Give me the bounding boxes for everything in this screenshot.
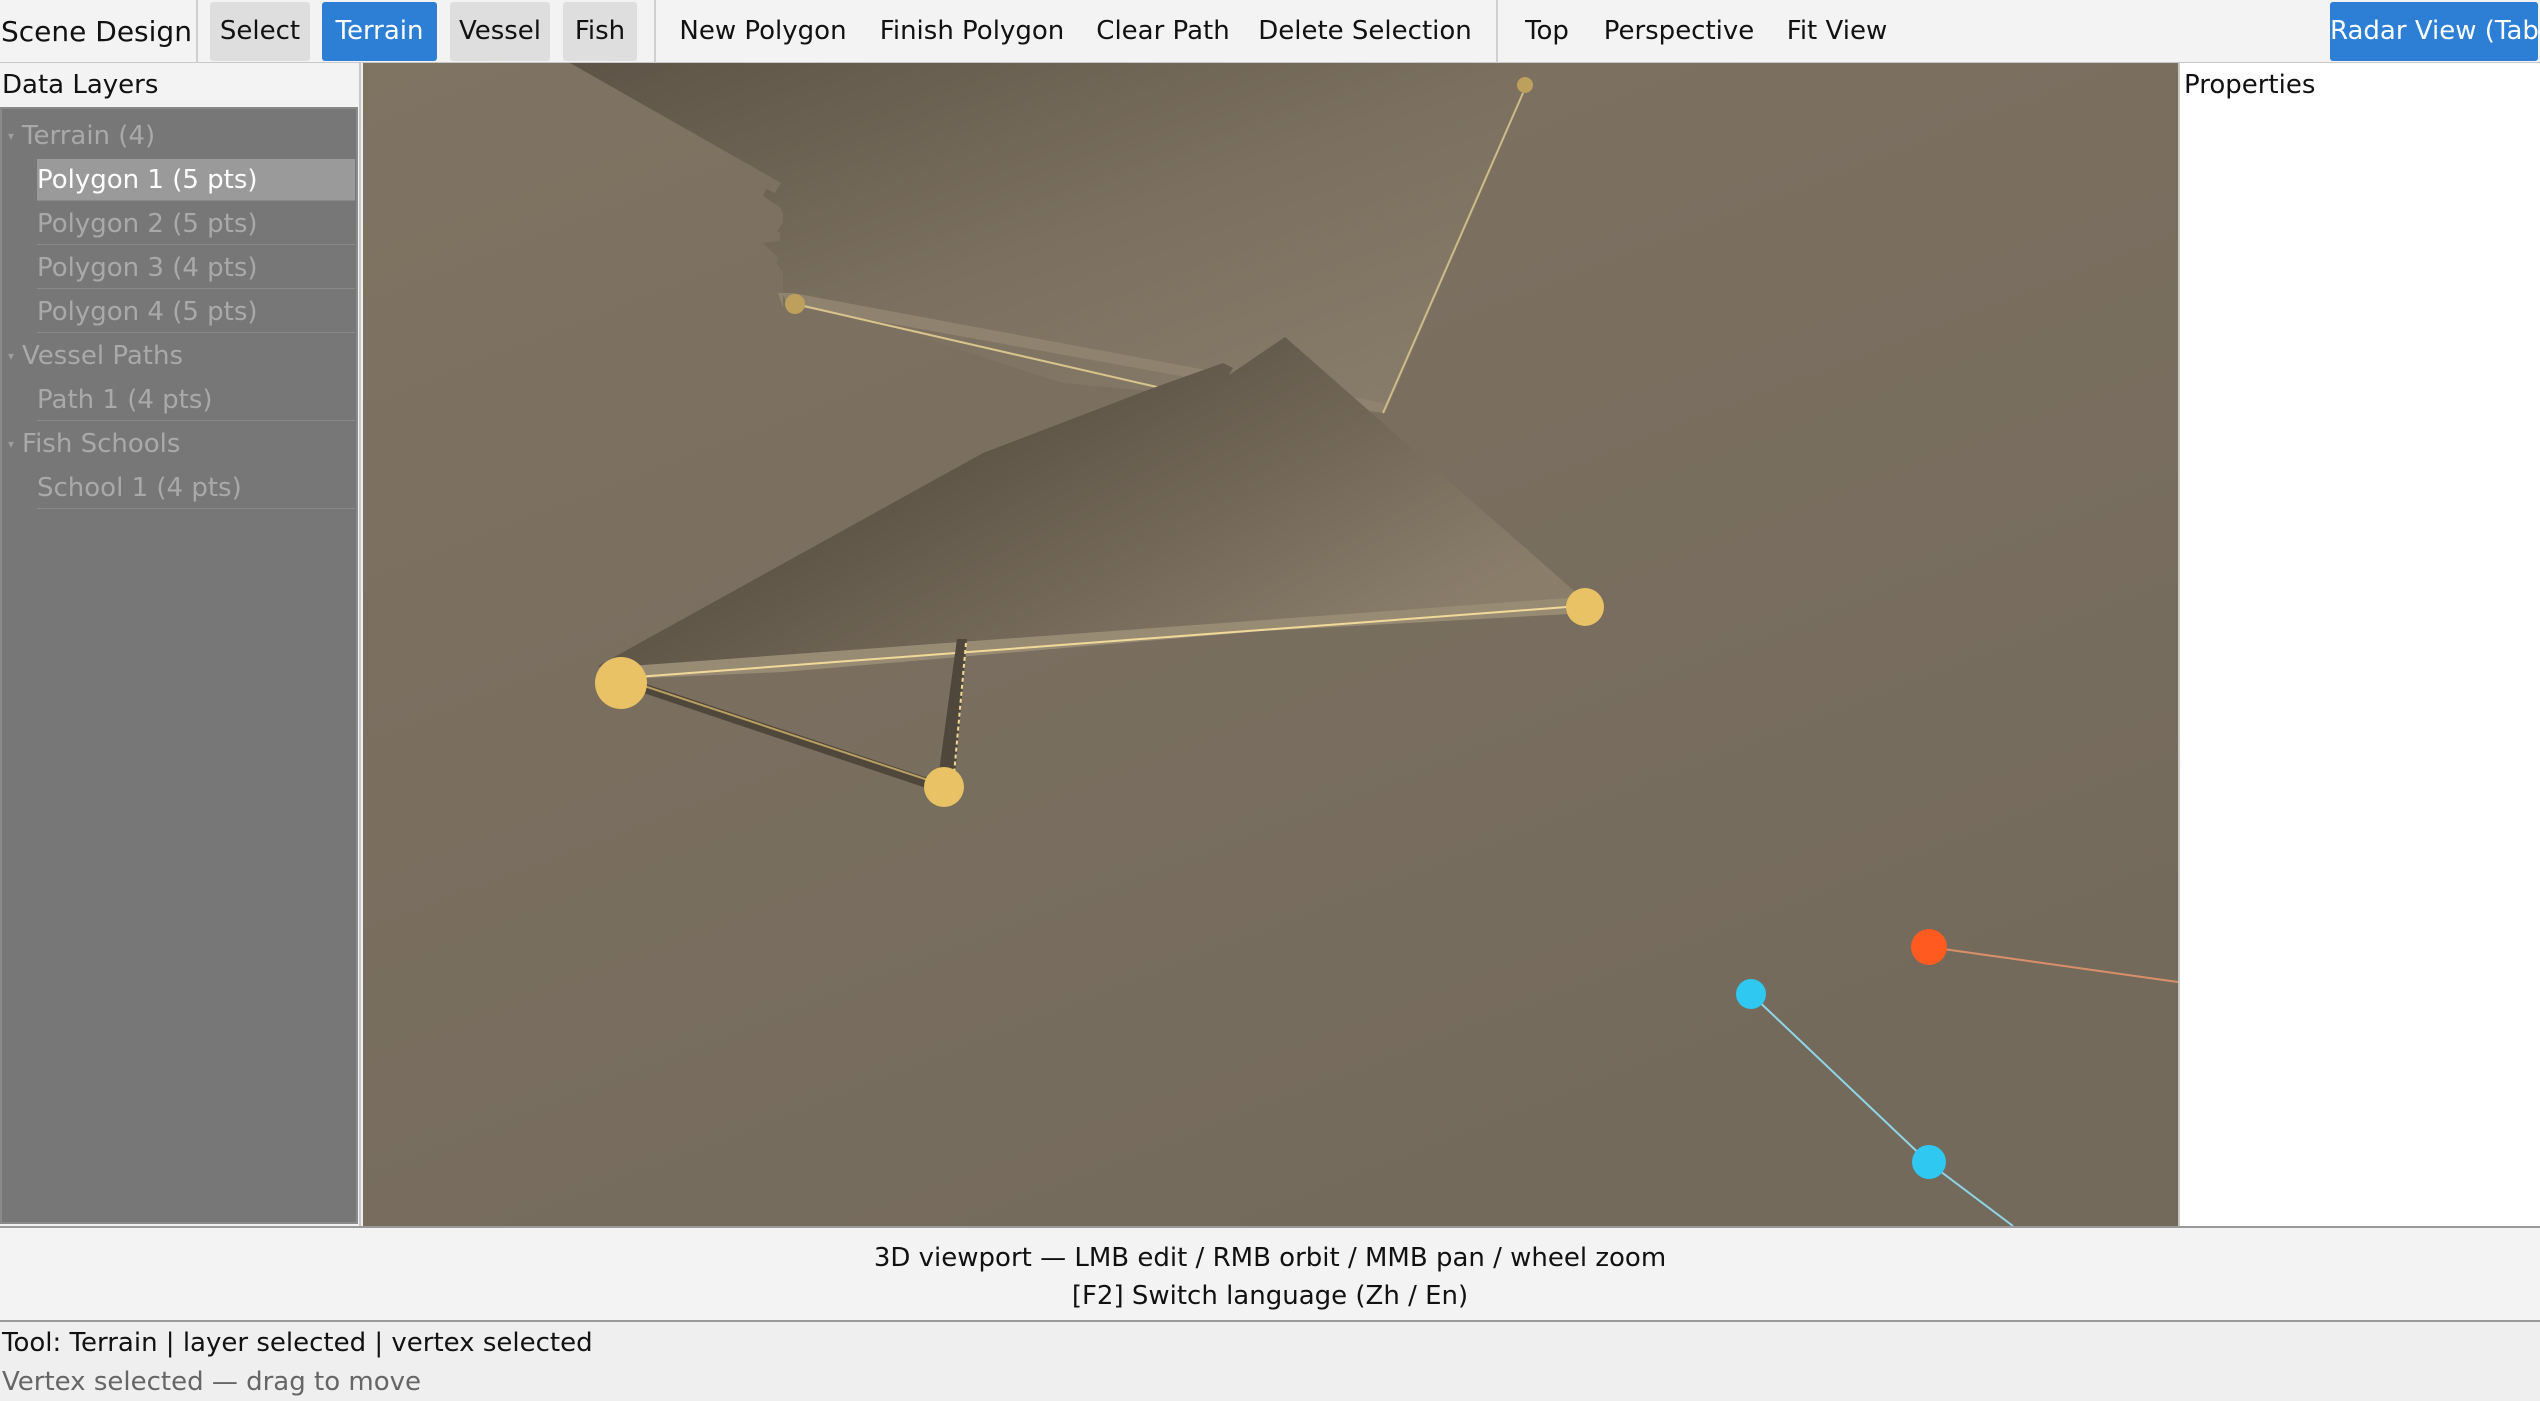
properties-panel: Properties — [2178, 63, 2540, 1226]
status-line: Tool: Terrain | layer selected | vertex … — [2, 1328, 593, 1358]
tool-select-button[interactable]: Select — [210, 2, 310, 61]
tree-group-label: Vessel Paths — [22, 341, 184, 371]
tool-vessel-button[interactable]: Vessel — [450, 2, 550, 61]
vessel-path-point[interactable] — [1736, 979, 1766, 1009]
terrain-vertex[interactable] — [785, 294, 805, 314]
delete-selection-button[interactable]: Delete Selection — [1252, 2, 1478, 61]
toolbar-separator — [1496, 0, 1498, 63]
layer-tree[interactable]: ▾ Terrain (4) Polygon 1 (5 pts) Polygon 2… — [0, 107, 358, 1224]
tree-group-label: Fish Schools — [22, 429, 181, 459]
toolbar-separator — [196, 0, 198, 63]
tree-group-label: Terrain (4) — [22, 121, 156, 151]
view-top-button[interactable]: Top — [1512, 2, 1582, 61]
tree-item-polygon-2[interactable]: Polygon 2 (5 pts) — [37, 203, 355, 245]
tree-item-polygon-4[interactable]: Polygon 4 (5 pts) — [37, 291, 355, 333]
tool-fish-button[interactable]: Fish — [563, 2, 637, 61]
fit-view-button[interactable]: Fit View — [1776, 2, 1898, 61]
radar-view-button[interactable]: Radar View (Tab) — [2330, 2, 2540, 61]
new-polygon-button[interactable]: New Polygon — [670, 2, 856, 61]
fish-school-point[interactable] — [1911, 929, 1947, 965]
viewport-scene — [363, 63, 2178, 1226]
status-message: Vertex selected — drag to move — [2, 1367, 421, 1397]
tree-group-fish-schools[interactable]: ▾ Fish Schools — [8, 423, 180, 465]
tool-terrain-button[interactable]: Terrain — [322, 2, 437, 61]
view-perspective-button[interactable]: Perspective — [1596, 2, 1762, 61]
terrain-vertex[interactable] — [1566, 588, 1604, 626]
collapse-arrow-icon[interactable]: ▾ — [8, 423, 22, 465]
tree-item-polygon-1[interactable]: Polygon 1 (5 pts) — [37, 159, 355, 201]
toolbar-separator — [654, 0, 656, 63]
language-switch-hint: [F2] Switch language (Zh / En) — [1071, 1281, 1469, 1311]
collapse-arrow-icon[interactable]: ▾ — [8, 115, 22, 157]
tree-item-path-1[interactable]: Path 1 (4 pts) — [37, 379, 355, 421]
clear-path-button[interactable]: Clear Path — [1090, 2, 1236, 61]
properties-title: Properties — [2184, 70, 2316, 100]
collapse-arrow-icon[interactable]: ▾ — [8, 335, 22, 377]
tree-group-terrain[interactable]: ▾ Terrain (4) — [8, 115, 155, 157]
terrain-vertex[interactable] — [924, 767, 964, 807]
viewport-controls-hint: 3D viewport — LMB edit / RMB orbit / MMB… — [873, 1243, 1667, 1273]
terrain-vertex-selected[interactable] — [595, 657, 647, 709]
viewport-hint-bar: 3D viewport — LMB edit / RMB orbit / MMB… — [0, 1226, 2540, 1322]
tree-item-polygon-3[interactable]: Polygon 3 (4 pts) — [37, 247, 355, 289]
3d-viewport[interactable] — [363, 63, 2178, 1226]
data-layers-panel: Data Layers ▾ Terrain (4) Polygon 1 (5 pt… — [0, 63, 361, 1226]
data-layers-title: Data Layers — [2, 70, 159, 100]
app-title: Scene Design — [1, 15, 192, 48]
terrain-vertex[interactable] — [1517, 77, 1533, 93]
toolbar: Scene Design Select Terrain Vessel Fish … — [0, 0, 2540, 63]
finish-polygon-button[interactable]: Finish Polygon — [870, 2, 1074, 61]
vessel-path-point[interactable] — [1912, 1145, 1946, 1179]
tree-group-vessel-paths[interactable]: ▾ Vessel Paths — [8, 335, 183, 377]
tree-item-school-1[interactable]: School 1 (4 pts) — [37, 467, 355, 509]
